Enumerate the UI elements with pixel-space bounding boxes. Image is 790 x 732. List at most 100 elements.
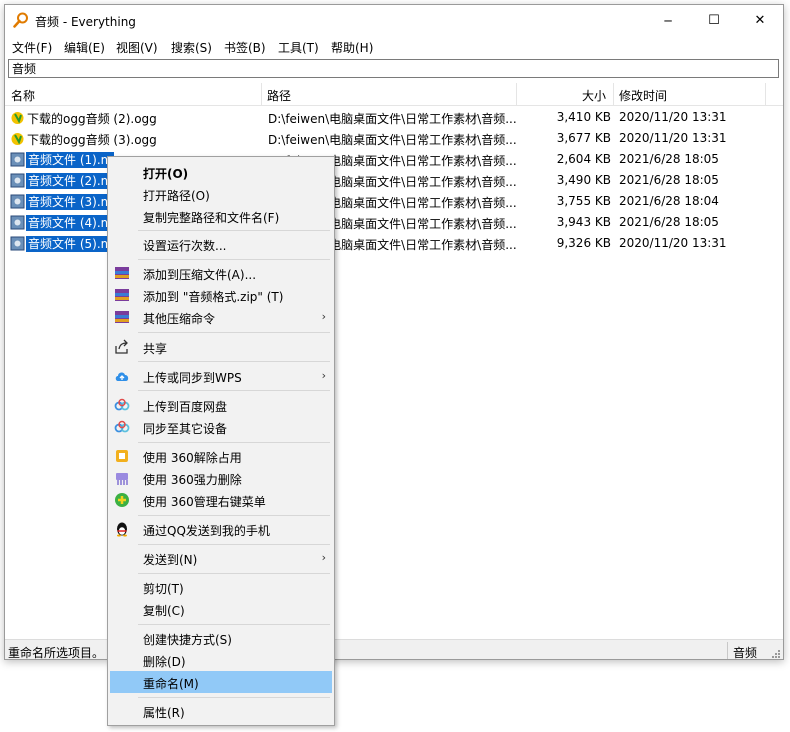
menu-item-cut[interactable]: 剪切(T) xyxy=(110,576,332,598)
menu-item-360-manage-menu[interactable]: 使用 360管理右键菜单 xyxy=(110,489,332,511)
menu-search[interactable]: 搜索(S) xyxy=(171,39,212,56)
column-divider[interactable] xyxy=(765,83,766,105)
menu-item-add-to-zip[interactable]: 添加到 "音频格式.zip" (T) xyxy=(110,284,332,306)
menu-item-label: 重命名(M) xyxy=(143,677,199,691)
close-icon: ✕ xyxy=(754,13,766,28)
file-modified: 2020/11/20 13:31 xyxy=(619,110,727,124)
menu-item-label: 发送到(N) xyxy=(143,553,198,567)
audio-file-icon xyxy=(10,152,25,167)
menu-item-360-force-delete[interactable]: 使用 360强力删除 xyxy=(110,467,332,489)
status-divider xyxy=(727,642,728,659)
menu-item-other-compress[interactable]: 其他压缩命令 › xyxy=(110,306,332,328)
minimize-icon: ─ xyxy=(664,13,672,28)
menu-separator xyxy=(138,442,330,443)
column-modified[interactable]: 修改时间 xyxy=(619,87,667,104)
menu-item-set-run-count[interactable]: 设置运行次数... xyxy=(110,233,332,255)
file-modified: 2020/11/20 13:31 xyxy=(619,131,727,145)
file-modified: 2021/6/28 18:04 xyxy=(619,194,719,208)
menu-item-label: 添加到 "音频格式.zip" (T) xyxy=(143,290,284,304)
menu-separator xyxy=(138,230,330,231)
file-modified: 2020/11/20 13:31 xyxy=(619,236,727,250)
menu-separator xyxy=(138,544,330,545)
submenu-arrow-icon: › xyxy=(321,310,326,323)
menu-tools[interactable]: 工具(T) xyxy=(278,39,319,56)
maximize-icon: ☐ xyxy=(708,13,720,28)
table-row[interactable]: 下载的ogg音频 (3).ogg D:\feiwen\电脑桌面文件\日常工作素材… xyxy=(5,128,783,149)
winrar-icon xyxy=(115,311,129,323)
audio-file-icon xyxy=(10,194,25,209)
column-divider[interactable] xyxy=(613,83,614,105)
title-bar[interactable]: 音频 - Everything ─ ☐ ✕ xyxy=(5,5,783,36)
file-size: 3,943 KB xyxy=(556,215,611,229)
audio-file-icon xyxy=(10,215,25,230)
file-size: 3,677 KB xyxy=(556,131,611,145)
close-button[interactable]: ✕ xyxy=(737,5,783,36)
menu-item-delete[interactable]: 删除(D) xyxy=(110,649,332,671)
menu-item-upload-baidu[interactable]: 上传到百度网盘 xyxy=(110,394,332,416)
file-path: D:\feiwen\电脑桌面文件\日常工作素材\音频... xyxy=(268,133,517,147)
file-name-text: 音频文件 (2).m xyxy=(26,173,115,189)
menu-item-label: 上传或同步到WPS xyxy=(143,371,242,385)
menu-separator xyxy=(138,573,330,574)
menu-item-create-shortcut[interactable]: 创建快捷方式(S) xyxy=(110,627,332,649)
minimize-button[interactable]: ─ xyxy=(645,5,691,36)
status-search-term: 音频 xyxy=(733,646,758,660)
column-path[interactable]: 路径 xyxy=(267,87,291,104)
menu-item-sync-devices[interactable]: 同步至其它设备 xyxy=(110,416,332,438)
menu-item-label: 上传到百度网盘 xyxy=(143,400,228,414)
menu-bar: 文件(F) 编辑(E) 视图(V) 搜索(S) 书签(B) 工具(T) 帮助(H… xyxy=(5,36,783,56)
menu-item-share[interactable]: 共享 xyxy=(110,336,332,358)
menu-help[interactable]: 帮助(H) xyxy=(331,39,373,56)
maximize-button[interactable]: ☐ xyxy=(691,5,737,36)
menu-separator xyxy=(138,390,330,391)
menu-separator xyxy=(138,361,330,362)
menu-item-open-path[interactable]: 打开路径(O) xyxy=(110,183,332,205)
table-row[interactable]: 下载的ogg音频 (2).ogg D:\feiwen\电脑桌面文件\日常工作素材… xyxy=(5,107,783,128)
menu-item-label: 使用 360解除占用 xyxy=(143,451,242,465)
wps-cloud-icon xyxy=(115,372,129,381)
column-header: 名称 路径 大小 修改时间 xyxy=(5,83,783,106)
resize-grip-icon[interactable] xyxy=(771,649,781,659)
menu-edit[interactable]: 编辑(E) xyxy=(64,39,105,56)
file-name: 音频文件 (3).m xyxy=(26,193,115,210)
status-text: 重命名所选项目。 xyxy=(8,646,105,660)
baidu-netdisk-icon xyxy=(114,420,130,433)
360-plus-icon xyxy=(115,493,129,507)
file-name: 音频文件 (4).m xyxy=(26,214,115,231)
menu-separator xyxy=(138,624,330,625)
menu-item-label: 属性(R) xyxy=(143,706,185,720)
file-size: 3,410 KB xyxy=(556,110,611,124)
menu-item-properties[interactable]: 属性(R) xyxy=(110,700,332,722)
360-unlock-icon xyxy=(116,450,128,462)
menu-item-copy[interactable]: 复制(C) xyxy=(110,598,332,620)
menu-file[interactable]: 文件(F) xyxy=(12,39,52,56)
menu-separator xyxy=(138,259,330,260)
menu-view[interactable]: 视图(V) xyxy=(116,39,158,56)
submenu-arrow-icon: › xyxy=(321,369,326,382)
menu-item-label: 复制(C) xyxy=(143,604,185,618)
menu-item-add-to-archive[interactable]: 添加到压缩文件(A)... xyxy=(110,262,332,284)
column-divider[interactable] xyxy=(261,83,262,105)
menu-bookmarks[interactable]: 书签(B) xyxy=(224,39,266,56)
menu-item-label: 创建快捷方式(S) xyxy=(143,633,232,647)
menu-item-label: 同步至其它设备 xyxy=(143,422,228,436)
column-name[interactable]: 名称 xyxy=(11,87,35,104)
menu-item-label: 通过QQ发送到我的手机 xyxy=(143,524,270,538)
file-name: 下载的ogg音频 (2).ogg xyxy=(27,112,157,126)
menu-item-upload-wps[interactable]: 上传或同步到WPS › xyxy=(110,365,332,387)
menu-item-send-to[interactable]: 发送到(N) › xyxy=(110,547,332,569)
menu-separator xyxy=(138,332,330,333)
column-size[interactable]: 大小 xyxy=(582,87,606,104)
audio-file-icon xyxy=(10,236,25,251)
menu-item-rename[interactable]: 重命名(M) xyxy=(110,671,332,693)
menu-item-360-unlock[interactable]: 使用 360解除占用 xyxy=(110,445,332,467)
file-name: 音频文件 (5).m xyxy=(26,235,115,252)
menu-item-open[interactable]: 打开(O) xyxy=(110,161,332,183)
column-divider[interactable] xyxy=(516,83,517,105)
file-name: 音频文件 (2).m xyxy=(26,172,115,189)
menu-item-copy-full-path[interactable]: 复制完整路径和文件名(F) xyxy=(110,205,332,227)
file-name: 下载的ogg音频 (3).ogg xyxy=(27,133,157,147)
menu-item-send-qq[interactable]: 通过QQ发送到我的手机 xyxy=(110,518,332,540)
search-input[interactable] xyxy=(8,59,779,78)
winrar-icon xyxy=(115,267,129,279)
